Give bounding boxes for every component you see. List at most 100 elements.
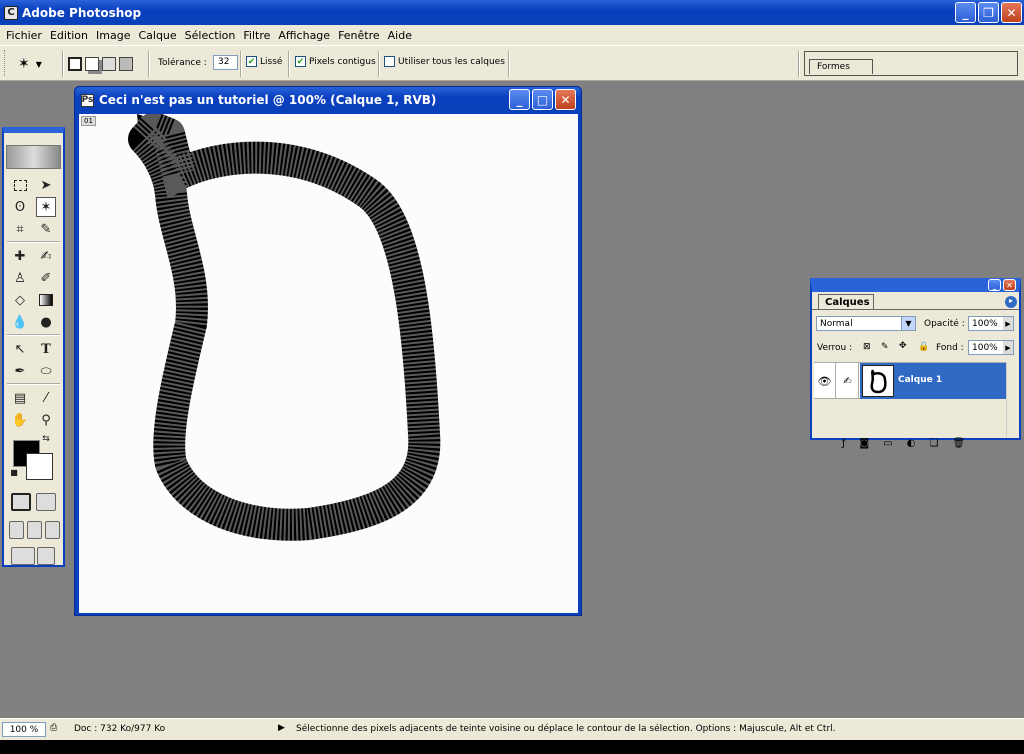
status-menu-arrow-icon[interactable]: ▶ [278, 723, 285, 733]
calques-tab[interactable]: Calques [818, 294, 874, 310]
notes-tool-icon[interactable]: ▤ [10, 388, 30, 408]
background-color-swatch[interactable] [26, 453, 53, 480]
chevron-down-icon: ▼ [901, 317, 915, 330]
formes-tab[interactable]: Formes [809, 59, 873, 74]
layer-selected[interactable]: Calque 1 [860, 363, 1006, 399]
layer-style-icon[interactable]: ƒ [842, 438, 846, 449]
imageready-icon[interactable] [37, 547, 55, 565]
minimize-button[interactable]: _ [955, 2, 976, 23]
divider [7, 383, 60, 385]
layer-row[interactable]: 👁 ✍ Calque 1 [814, 362, 1006, 399]
toolbox-logo[interactable] [6, 145, 61, 169]
chevron-right-icon[interactable]: ▶ [1003, 317, 1013, 330]
pen-tool-icon[interactable]: ✒ [10, 361, 30, 381]
default-colors-icon[interactable]: ■ [9, 467, 19, 477]
layer-mask-icon[interactable]: ◙ [860, 438, 870, 449]
screen-mode-full-button[interactable] [45, 521, 60, 539]
doc-maximize-button[interactable]: □ [532, 89, 553, 110]
healing-brush-tool-icon[interactable]: ✚ [10, 246, 30, 266]
intersect-selection-icon[interactable] [119, 57, 133, 71]
panel-menu-icon[interactable]: ▸ [1005, 296, 1017, 308]
blend-mode-value: Normal [820, 319, 853, 329]
lock-all-icon[interactable]: 🔒 [918, 342, 929, 352]
lock-pixels-icon[interactable]: ✎ [881, 342, 889, 352]
screen-mode-menu-button[interactable] [27, 521, 42, 539]
tolerance-input[interactable]: 32 [213, 55, 238, 70]
dodge-tool-icon[interactable]: ● [36, 312, 56, 332]
jump-to-imageready-button[interactable] [11, 547, 35, 565]
lock-transparency-icon[interactable]: ⊠ [863, 342, 871, 352]
standard-mode-button[interactable] [11, 493, 31, 511]
new-layer-icon[interactable]: ❏ [929, 438, 938, 449]
canvas[interactable]: 01 [79, 114, 578, 613]
zoom-tool-icon[interactable]: ⚲ [36, 410, 56, 430]
brush-link-icon[interactable]: ✍ [837, 363, 859, 399]
marquee-tool-icon[interactable] [10, 175, 30, 195]
panel-minimize-button[interactable]: _ [988, 279, 1001, 291]
eraser-tool-icon[interactable]: ◇ [10, 290, 30, 310]
app-titlebar: C Adobe Photoshop _ ❐ ✕ [0, 0, 1024, 25]
eyedropper-tool-icon[interactable]: ⁄ [36, 388, 56, 408]
all-layers-checkbox[interactable]: Utiliser tous les calques [384, 56, 505, 67]
document-status-icon[interactable]: ⎙ [50, 723, 57, 733]
brush-tool-icon[interactable]: ✍ [36, 246, 56, 266]
path-selection-tool-icon[interactable]: ↖ [10, 339, 30, 359]
lasso-tool-icon[interactable]: ʘ [10, 197, 30, 217]
menu-aide[interactable]: Aide [384, 29, 416, 42]
menu-image[interactable]: Image [92, 29, 134, 42]
clone-stamp-tool-icon[interactable]: ♙ [10, 268, 30, 288]
opacity-value: 100% [972, 319, 998, 329]
doc-close-button[interactable]: ✕ [555, 89, 576, 110]
lisse-label: Lissé [260, 56, 283, 67]
options-grip[interactable] [4, 50, 7, 76]
shape-tool-icon[interactable]: ⬭ [36, 361, 56, 381]
fill-label: Fond : [936, 343, 964, 353]
blur-tool-icon[interactable]: 💧 [10, 312, 30, 332]
taskbar [0, 740, 1024, 754]
zoom-field[interactable]: 100 % [2, 722, 46, 737]
adjustment-layer-icon[interactable]: ◐ [907, 438, 916, 449]
quick-mask-button[interactable] [36, 493, 56, 511]
chevron-down-icon[interactable]: ▼ [36, 60, 42, 69]
layers-scrollbar[interactable] [1006, 362, 1019, 437]
menu-bar: Fichier Edition Image Calque Sélection F… [0, 25, 1024, 45]
hand-tool-icon[interactable]: ✋ [10, 410, 30, 430]
close-button[interactable]: ✕ [1001, 2, 1022, 23]
history-brush-tool-icon[interactable]: ✐ [36, 268, 56, 288]
menu-affichage[interactable]: Affichage [274, 29, 334, 42]
slice-tool-icon[interactable]: ✎ [36, 219, 56, 239]
swap-colors-icon[interactable]: ⇆ [40, 433, 52, 445]
add-selection-icon[interactable] [85, 57, 99, 71]
new-selection-icon[interactable] [68, 57, 82, 71]
restore-button[interactable]: ❐ [978, 2, 999, 23]
document-window: Ps Ceci n'est pas un tutoriel @ 100% (Ca… [74, 86, 582, 616]
menu-fichier[interactable]: Fichier [2, 29, 46, 42]
type-tool-icon[interactable]: T [36, 339, 56, 359]
magic-wand-preset-icon[interactable]: ✶ ▼ [18, 54, 42, 74]
app-title: Adobe Photoshop [22, 5, 142, 20]
menu-edition[interactable]: Edition [46, 29, 92, 42]
fill-input[interactable]: 100% ▶ [968, 340, 1014, 355]
screen-mode-standard-button[interactable] [9, 521, 24, 539]
new-group-icon[interactable]: ▭ [883, 438, 892, 449]
panel-close-button[interactable]: ✕ [1003, 279, 1016, 291]
menu-calque[interactable]: Calque [134, 29, 180, 42]
doc-minimize-button[interactable]: _ [509, 89, 530, 110]
opacity-input[interactable]: 100% ▶ [968, 316, 1014, 331]
crop-tool-icon[interactable]: ⌗ [10, 219, 30, 239]
gradient-tool-icon[interactable] [36, 290, 56, 310]
subtract-selection-icon[interactable] [102, 57, 116, 71]
document-titlebar[interactable]: Ps Ceci n'est pas un tutoriel @ 100% (Ca… [75, 87, 581, 113]
visibility-eye-icon[interactable]: 👁 [814, 363, 836, 399]
trash-icon[interactable]: 🗑 [952, 438, 965, 449]
menu-filtre[interactable]: Filtre [239, 29, 274, 42]
move-tool-icon[interactable]: ➤ [36, 175, 56, 195]
blend-mode-select[interactable]: Normal ▼ [816, 316, 916, 331]
lisse-checkbox[interactable]: ✔ Lissé [246, 56, 282, 67]
menu-fenetre[interactable]: Fenêtre [334, 29, 384, 42]
chevron-right-icon[interactable]: ▶ [1003, 341, 1013, 354]
magic-wand-tool-icon[interactable]: ✶ [36, 197, 56, 217]
lock-position-icon[interactable]: ✥ [899, 341, 907, 351]
menu-selection[interactable]: Sélection [181, 29, 240, 42]
contigus-checkbox[interactable]: ✔ Pixels contigus [295, 56, 376, 67]
